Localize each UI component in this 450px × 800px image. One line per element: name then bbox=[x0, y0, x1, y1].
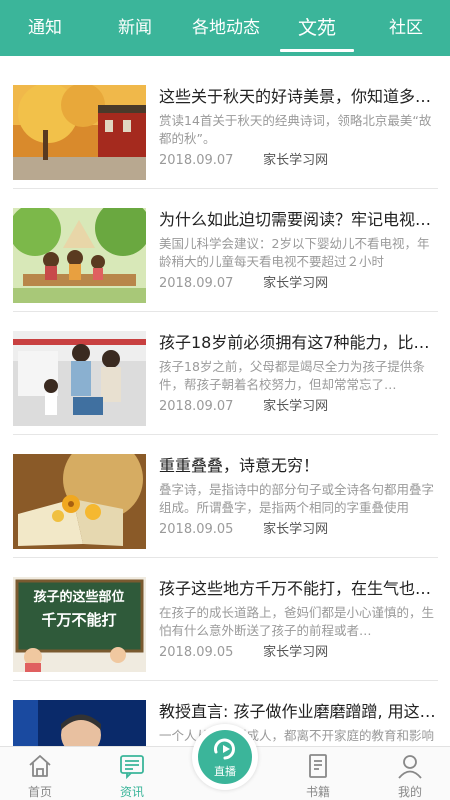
live-button-inner: 直播 bbox=[198, 730, 252, 784]
home-icon bbox=[29, 755, 51, 777]
professor-portrait-image bbox=[13, 700, 146, 746]
nav-news[interactable]: 资讯 bbox=[92, 747, 172, 800]
active-tab-indicator bbox=[280, 49, 354, 52]
children-reading-image bbox=[13, 208, 146, 303]
live-label: 直播 bbox=[214, 765, 236, 778]
top-tab-bar: 通知 新闻 各地动态 文苑 社区 bbox=[0, 0, 450, 56]
tab-regional[interactable]: 各地动态 bbox=[180, 0, 272, 56]
article-summary: 在孩子的成长道路上，爸妈们都是小心谨慎的，生怕有什么意外断送了孩子的前程或者… bbox=[159, 605, 435, 638]
article-title[interactable]: 孩子18岁前必须拥有这7种能力，比上名校重要 bbox=[159, 332, 438, 354]
nav-home-label: 首页 bbox=[27, 785, 52, 799]
article-title[interactable]: 孩子这些地方千万不能打，在生气也不行！ bbox=[159, 578, 438, 600]
article-meta: 2018.09.07 家长学习网 bbox=[159, 275, 328, 293]
article-date: 2018.09.07 bbox=[159, 276, 234, 291]
article-source: 家长学习网 bbox=[263, 645, 329, 660]
article-meta: 2018.09.05 家长学习网 bbox=[159, 521, 328, 539]
article-meta: 2018.09.05 家长学习网 bbox=[159, 644, 328, 662]
tab-news[interactable]: 新闻 bbox=[90, 0, 180, 56]
list-item[interactable]: 重重叠叠，诗意无穷！ 叠字诗，是指诗中的部分句子或全诗各句都用叠字组成。所谓叠字… bbox=[13, 435, 438, 558]
article-title[interactable]: 这些关于秋天的好诗美景，你知道多少？ bbox=[159, 86, 438, 108]
nav-books-label: 书籍 bbox=[305, 785, 330, 799]
live-button[interactable]: 直播 bbox=[192, 724, 258, 790]
article-summary: 美国儿科学会建议：2岁以下婴幼儿不看电视，年龄稍大的儿童每天看电视不要超过２小时 bbox=[159, 236, 430, 269]
tab-literature[interactable]: 文苑 bbox=[272, 0, 362, 56]
article-source: 家长学习网 bbox=[263, 399, 329, 414]
article-summary: 赏读14首关于秋天的经典诗词，领略北京最美“故都的秋”。 bbox=[159, 113, 432, 146]
article-date: 2018.09.05 bbox=[159, 645, 234, 660]
nav-profile[interactable]: 我的 bbox=[370, 747, 450, 800]
article-title[interactable]: 重重叠叠，诗意无穷！ bbox=[159, 455, 438, 477]
article-date: 2018.09.07 bbox=[159, 399, 234, 414]
list-item[interactable]: 这些关于秋天的好诗美景，你知道多少？ 赏读14首关于秋天的经典诗词，领略北京最美… bbox=[13, 66, 438, 189]
nav-books[interactable]: 书籍 bbox=[278, 747, 358, 800]
nav-news-label: 资讯 bbox=[119, 785, 144, 799]
chalkboard-text-line-1: 孩子的这些部位 bbox=[33, 589, 124, 605]
article-title[interactable]: 教授直言: 孩子做作业磨磨蹭蹭, 用这招准管用 bbox=[159, 701, 438, 723]
list-item[interactable]: 为什么如此迫切需要阅读？牢记电视之害 美国儿科学会建议：2岁以下婴幼儿不看电视，… bbox=[13, 189, 438, 312]
list-item[interactable]: 孩子18岁前必须拥有这7种能力，比上名校重要 孩子18岁之前，父母都是竭尽全力为… bbox=[13, 312, 438, 435]
family-shopping-image bbox=[13, 331, 146, 426]
article-list: 这些关于秋天的好诗美景，你知道多少？ 赏读14首关于秋天的经典诗词，领略北京最美… bbox=[0, 56, 450, 746]
nav-home[interactable]: 首页 bbox=[0, 747, 80, 800]
live-play-icon bbox=[214, 738, 235, 760]
list-item[interactable]: 孩子的这些部位 千万不能打 孩子这些地方千万不能打，在生气也不行！ 在孩子的成长… bbox=[13, 558, 438, 681]
chalkboard-warning-image: 孩子的这些部位 千万不能打 bbox=[13, 577, 146, 672]
article-summary: 叠字诗，是指诗中的部分句子或全诗各句都用叠字组成。所谓叠字，是指两个相同的字重叠… bbox=[159, 482, 435, 515]
article-meta: 2018.09.07 家长学习网 bbox=[159, 398, 328, 416]
book-icon bbox=[309, 754, 327, 778]
chalkboard-text-line-2: 千万不能打 bbox=[41, 611, 116, 629]
tab-community[interactable]: 社区 bbox=[362, 0, 450, 56]
article-date: 2018.09.05 bbox=[159, 522, 234, 537]
article-source: 家长学习网 bbox=[263, 522, 329, 537]
profile-icon bbox=[398, 755, 422, 779]
book-flowers-image bbox=[13, 454, 146, 549]
article-title[interactable]: 为什么如此迫切需要阅读？牢记电视之害 bbox=[159, 209, 438, 231]
news-icon bbox=[120, 755, 144, 779]
article-source: 家长学习网 bbox=[263, 153, 329, 168]
article-date: 2018.09.07 bbox=[159, 153, 234, 168]
autumn-temple-image bbox=[13, 85, 146, 180]
nav-profile-label: 我的 bbox=[397, 785, 422, 799]
article-summary: 孩子18岁之前，父母都是竭尽全力为孩子提供条件，帮孩子朝着名校努力，但却常常忘了… bbox=[159, 359, 425, 392]
tab-notice[interactable]: 通知 bbox=[0, 0, 90, 56]
article-source: 家长学习网 bbox=[263, 276, 329, 291]
article-meta: 2018.09.07 家长学习网 bbox=[159, 152, 328, 170]
